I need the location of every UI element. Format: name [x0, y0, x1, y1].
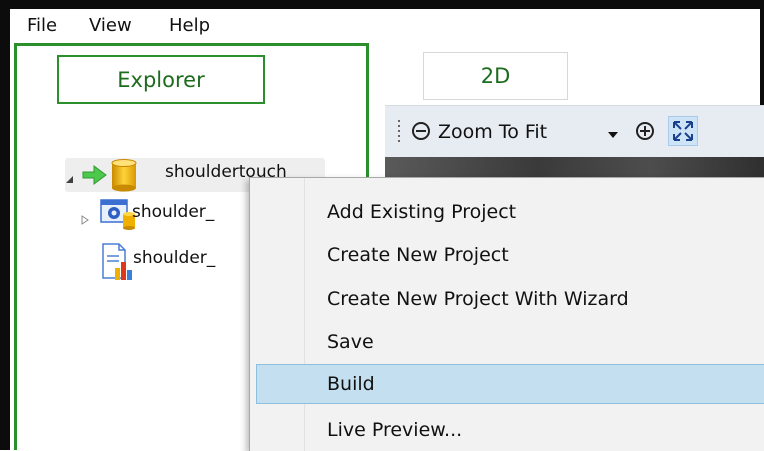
expand-triangle-icon[interactable] — [81, 210, 89, 229]
zoom-in-icon[interactable] — [635, 121, 655, 145]
fit-to-screen-icon — [672, 120, 694, 146]
fit-to-screen-button[interactable] — [668, 116, 698, 146]
application-window: File View Help Explorer shouldertouch sh… — [0, 0, 764, 451]
menu-help[interactable]: Help — [169, 15, 210, 37]
menu-item-create-new-project-wizard[interactable]: Create New Project With Wizard — [256, 279, 764, 319]
chart-document-icon — [101, 242, 135, 286]
toolbar-grip[interactable] — [398, 120, 400, 142]
green-arrow-icon — [82, 164, 108, 190]
window-frame-top — [0, 0, 764, 9]
menu-item-build[interactable]: Build — [256, 364, 764, 404]
menu-file[interactable]: File — [27, 15, 57, 37]
menu-item-add-existing-project[interactable]: Add Existing Project — [256, 192, 764, 232]
context-menu: Add Existing Project Create New Project … — [249, 177, 764, 451]
window-frame-left — [0, 0, 10, 450]
tree-child-label: shoulder_ — [132, 202, 215, 222]
collapse-triangle-icon[interactable] — [65, 169, 74, 188]
zoom-out-icon[interactable] — [411, 121, 431, 145]
menu-item-save[interactable]: Save — [256, 322, 764, 362]
chevron-down-icon[interactable] — [608, 132, 618, 138]
zoom-select[interactable]: Zoom To Fit — [438, 121, 547, 143]
menu-item-live-preview[interactable]: Live Preview... — [256, 410, 764, 450]
menubar: File View Help — [10, 9, 760, 43]
database-icon — [111, 158, 137, 196]
menu-view[interactable]: View — [89, 15, 132, 37]
menu-item-create-new-project[interactable]: Create New Project — [256, 235, 764, 275]
tab-2d[interactable]: 2D — [423, 52, 568, 100]
tree-child-label: shoulder_ — [133, 248, 216, 268]
explorer-tab[interactable]: Explorer — [57, 55, 265, 104]
zoom-toolbar: Zoom To Fit — [385, 105, 764, 158]
